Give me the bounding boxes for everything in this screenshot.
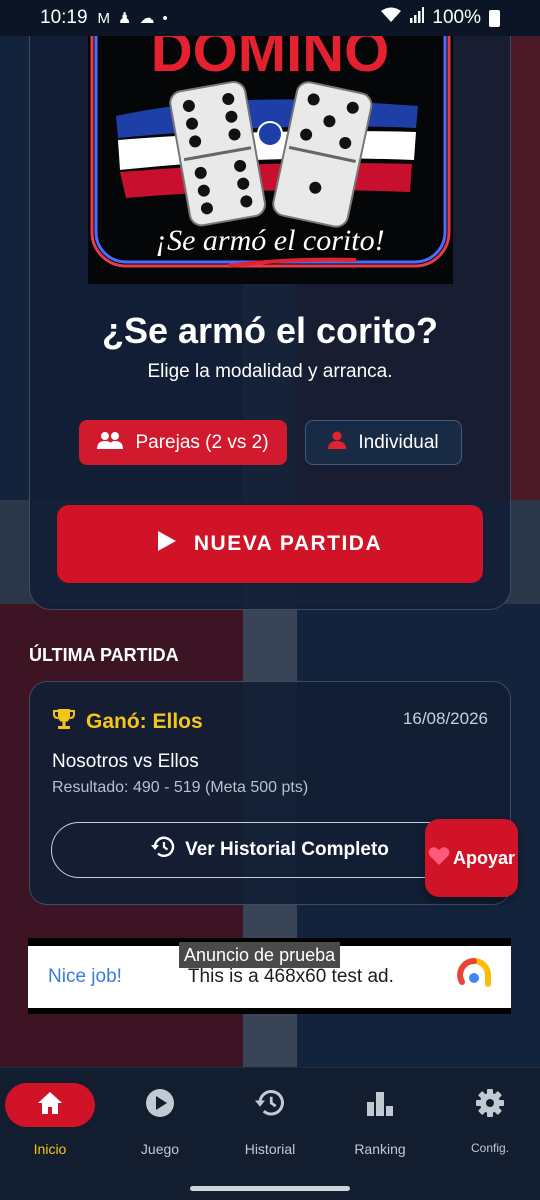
logo-slogan: ¡Se armó el corito! <box>155 224 384 257</box>
status-time: 10:19 <box>40 7 88 28</box>
winner-text: Ganó: Ellos <box>86 710 203 733</box>
nav-label: Inicio <box>33 1141 67 1157</box>
winner-row: Ganó: Ellos <box>52 707 203 737</box>
nav-label: Juego <box>140 1141 180 1157</box>
dot-icon: • <box>162 9 168 27</box>
nav-label: Historial <box>244 1141 296 1157</box>
nav-item-juego[interactable]: Juego <box>110 1083 210 1157</box>
new-game-button[interactable]: NUEVA PARTIDA <box>57 505 483 583</box>
home-icon <box>37 1091 63 1120</box>
last-game-teams: Nosotros vs Ellos <box>52 751 199 772</box>
admob-logo-icon <box>457 957 491 997</box>
status-bar: 10:19 M ♟ ☁ • 100% <box>0 0 540 36</box>
support-label: Apoyar <box>452 847 515 868</box>
play-icon <box>157 531 176 557</box>
heart-icon <box>428 846 450 871</box>
nav-item-ranking[interactable]: Ranking <box>330 1083 430 1157</box>
page-subtitle: Elige la modalidad y arranca. <box>147 361 393 382</box>
section-title-last-game: ÚLTIMA PARTIDA <box>29 645 179 665</box>
chess-pawn-icon: ♟ <box>118 10 132 27</box>
view-history-button[interactable]: Ver Historial Completo <box>51 822 489 878</box>
nav-label: Ranking <box>354 1141 406 1157</box>
home-indicator[interactable] <box>190 1186 350 1191</box>
gear-icon <box>476 1088 504 1122</box>
nav-label: Config. <box>470 1141 510 1155</box>
ad-text: This is a 468x60 test ad. <box>187 966 394 987</box>
nav-item-config[interactable]: Config. <box>440 1083 540 1155</box>
app-logo: DOMINÓ ¡Se armó el corito! <box>88 36 453 284</box>
group-icon <box>97 431 124 455</box>
support-button[interactable]: Apoyar <box>425 819 518 897</box>
ad-test-label: Anuncio de prueba <box>179 942 341 968</box>
person-icon <box>328 431 347 455</box>
ad-headline: Nice job! <box>48 966 122 987</box>
mode-individual-button[interactable]: Individual <box>305 420 462 465</box>
cloud-icon: ☁ <box>139 10 155 27</box>
mode-individual-label: Individual <box>358 431 439 453</box>
nav-item-inicio[interactable]: Inicio <box>0 1083 100 1157</box>
battery-icon <box>489 9 500 27</box>
history-icon <box>151 836 175 864</box>
last-game-date: 16/08/2026 <box>402 709 488 728</box>
page-title: ¿Se armó el corito? <box>101 310 439 351</box>
play-circle-icon <box>145 1088 175 1123</box>
signal-icon <box>410 7 425 29</box>
new-game-label: NUEVA PARTIDA <box>193 532 383 555</box>
mode-pairs-button[interactable]: Parejas (2 vs 2) <box>79 420 287 465</box>
logo-title: DOMINÓ <box>151 36 389 84</box>
trophy-icon <box>52 707 76 737</box>
gmail-icon: M <box>97 9 111 27</box>
mode-pairs-label: Parejas (2 vs 2) <box>135 431 269 453</box>
last-game-result: Resultado: 490 - 519 (Meta 500 pts) <box>52 779 309 796</box>
battery-percent: 100% <box>432 7 481 28</box>
view-history-label: Ver Historial Completo <box>185 839 389 860</box>
history-icon <box>255 1089 285 1122</box>
bar-chart-icon <box>365 1090 395 1121</box>
wifi-icon <box>380 7 402 29</box>
nav-item-historial[interactable]: Historial <box>220 1083 320 1157</box>
